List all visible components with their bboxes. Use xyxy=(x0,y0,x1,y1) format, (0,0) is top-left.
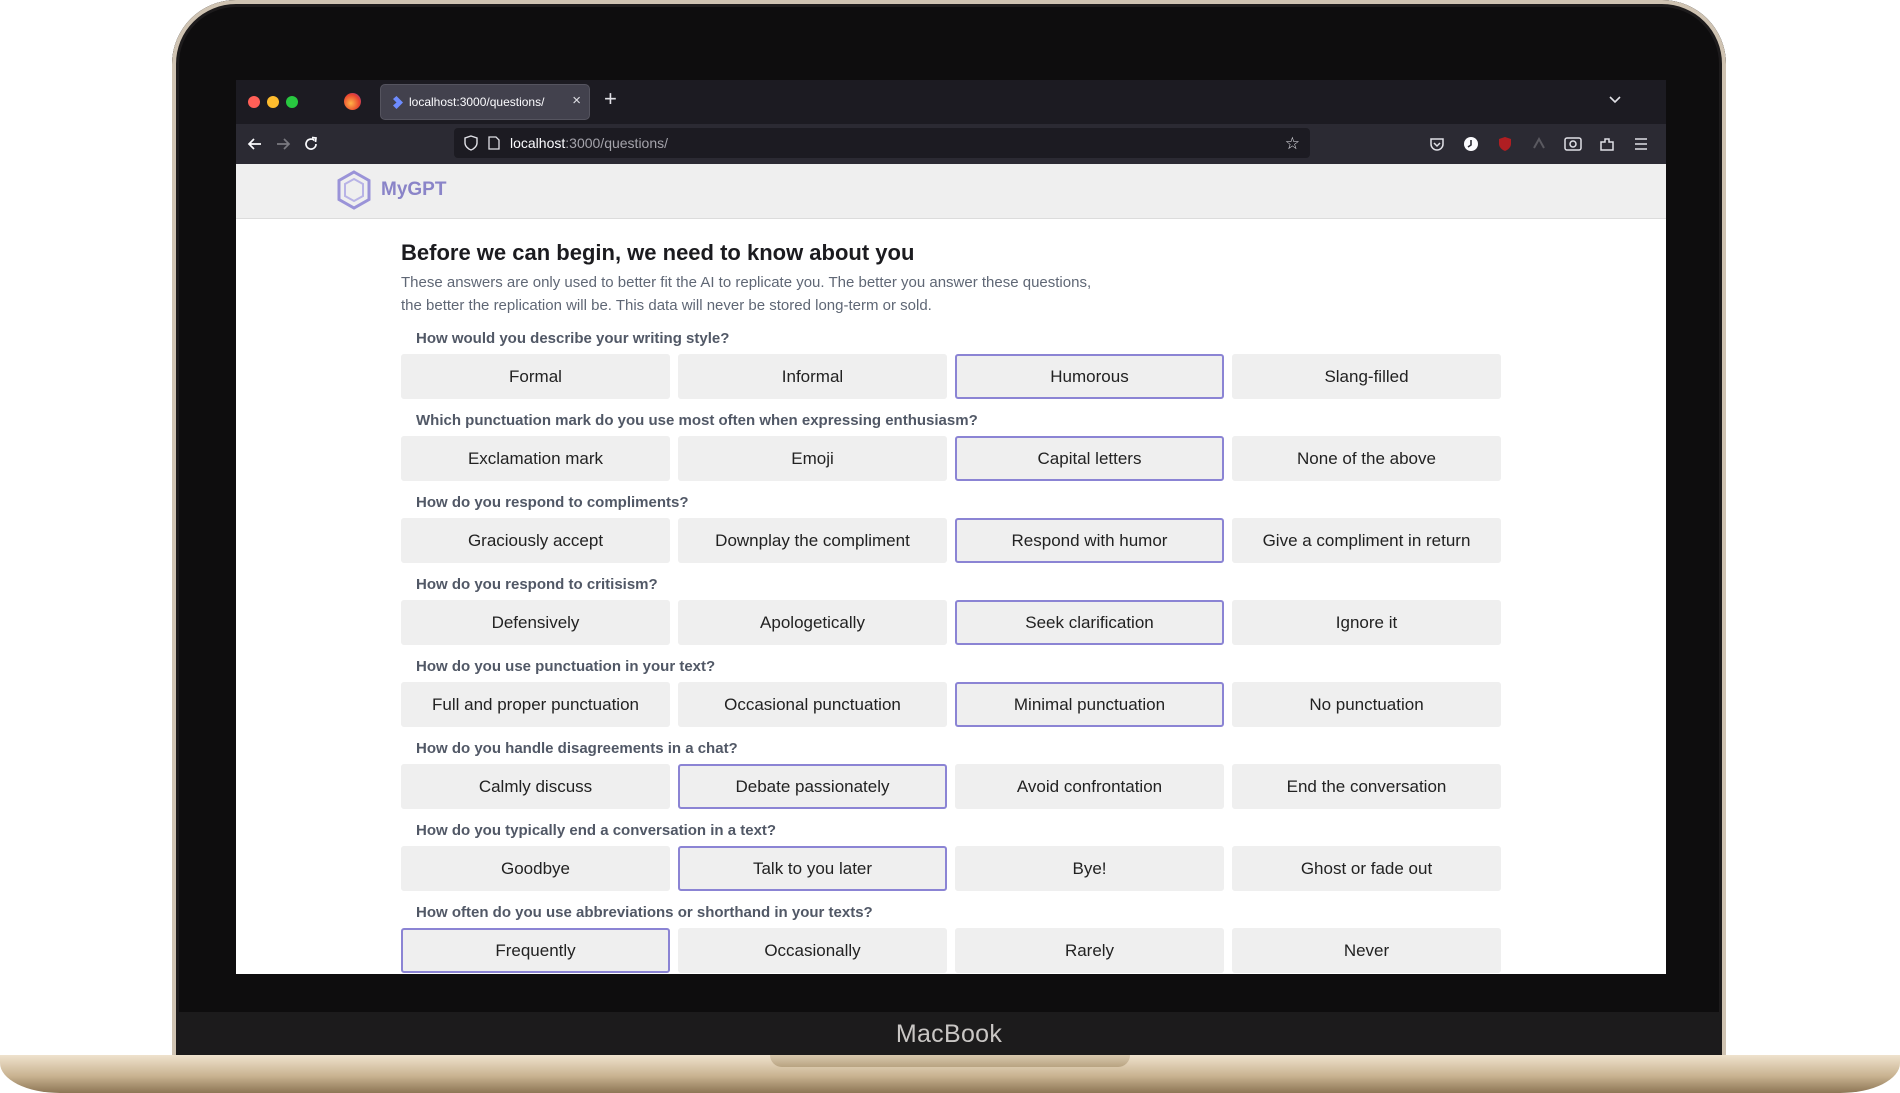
shield-icon[interactable] xyxy=(464,135,478,151)
extensions-puzzle-icon[interactable] xyxy=(1597,134,1617,154)
ublock-icon[interactable] xyxy=(1495,134,1515,154)
url-host: localhost xyxy=(510,135,566,151)
hexagon-logo-icon[interactable] xyxy=(336,170,372,210)
question-label: Which punctuation mark do you use most o… xyxy=(416,412,978,429)
browser-window: localhost:3000/questions/ × + localhost:… xyxy=(236,80,1666,974)
questionnaire: Before we can begin, we need to know abo… xyxy=(401,239,1511,973)
page-viewport: MyGPT Before we can begin, we need to kn… xyxy=(236,164,1666,974)
answer-option-button[interactable]: Humorous xyxy=(955,354,1224,399)
window-zoom-button[interactable] xyxy=(286,96,298,108)
answer-option-button[interactable]: None of the above xyxy=(1232,436,1501,481)
answer-option-button[interactable]: Downplay the compliment xyxy=(678,518,947,563)
answer-option-button[interactable]: Ghost or fade out xyxy=(1232,846,1501,891)
answer-options: Full and proper punctuation Occasional pu… xyxy=(401,682,1511,727)
laptop-notch xyxy=(770,1055,1130,1067)
answer-option-button[interactable]: Apologetically xyxy=(678,600,947,645)
question-label: How would you describe your writing styl… xyxy=(416,330,730,347)
answer-option-button[interactable]: Give a compliment in return xyxy=(1232,518,1501,563)
tab-bar: localhost:3000/questions/ × + xyxy=(236,80,1666,124)
answer-option-button[interactable]: Minimal punctuation xyxy=(955,682,1224,727)
answer-option-button[interactable]: Slang-filled xyxy=(1232,354,1501,399)
account-icon[interactable] xyxy=(1461,134,1481,154)
reload-icon[interactable] xyxy=(302,135,320,153)
question-label: How do you handle disagreements in a cha… xyxy=(416,740,738,757)
extension-icon[interactable] xyxy=(1529,134,1549,154)
answer-option-button[interactable]: Informal xyxy=(678,354,947,399)
answer-options: Calmly discuss Debate passionately Avoid c… xyxy=(401,764,1511,809)
tab-title: localhost:3000/questions/ xyxy=(409,95,545,109)
app-header: MyGPT xyxy=(236,164,1666,219)
answer-option-button[interactable]: Bye! xyxy=(955,846,1224,891)
answer-options: Graciously accept Downplay the compliment… xyxy=(401,518,1511,563)
url-text[interactable]: localhost:3000/questions/ xyxy=(510,135,668,151)
screenshot-icon[interactable] xyxy=(1563,134,1583,154)
question-label: How do you use punctuation in your text? xyxy=(416,658,716,675)
page-title: Before we can begin, we need to know abo… xyxy=(401,240,915,265)
question-list: How would you describe your writing styl… xyxy=(401,329,1511,973)
answer-option-button[interactable]: Frequently xyxy=(401,928,670,973)
answer-option-button[interactable]: Ignore it xyxy=(1232,600,1501,645)
answer-option-button[interactable]: Exclamation mark xyxy=(401,436,670,481)
browser-tab[interactable]: localhost:3000/questions/ × xyxy=(380,84,590,120)
bookmark-star-icon[interactable]: ☆ xyxy=(1285,134,1300,154)
question-label: How do you respond to compliments? xyxy=(416,494,689,511)
answer-option-button[interactable]: No punctuation xyxy=(1232,682,1501,727)
answer-option-button[interactable]: End the conversation xyxy=(1232,764,1501,809)
answer-option-button[interactable]: Defensively xyxy=(401,600,670,645)
answer-option-button[interactable]: Formal xyxy=(401,354,670,399)
pocket-icon[interactable] xyxy=(1427,134,1447,154)
answer-option-button[interactable]: Debate passionately xyxy=(678,764,947,809)
back-arrow-icon[interactable] xyxy=(246,135,264,153)
answer-option-button[interactable]: Graciously accept xyxy=(401,518,670,563)
answer-option-button[interactable]: Never xyxy=(1232,928,1501,973)
answer-option-button[interactable]: Rarely xyxy=(955,928,1224,973)
answer-options: Exclamation mark Emoji Capital letters None… xyxy=(401,436,1511,481)
page-icon[interactable] xyxy=(488,136,500,150)
forward-arrow-icon[interactable] xyxy=(274,135,292,153)
navigation-toolbar: localhost:3000/questions/ ☆ xyxy=(236,124,1666,164)
tab-close-icon[interactable]: × xyxy=(572,92,581,109)
answer-options: Frequently Occasionally Rarely Never xyxy=(401,928,1511,973)
chevron-down-icon[interactable] xyxy=(1608,92,1622,106)
answer-options: Goodbye Talk to you later Bye! Ghost or fad… xyxy=(401,846,1511,891)
window-minimize-button[interactable] xyxy=(267,96,279,108)
question-label: How do you typically end a conversation … xyxy=(416,822,777,839)
answer-option-button[interactable]: Seek clarification xyxy=(955,600,1224,645)
menu-hamburger-icon[interactable] xyxy=(1631,134,1651,154)
url-path: :3000/questions/ xyxy=(565,135,669,151)
answer-option-button[interactable]: Occasionally xyxy=(678,928,947,973)
question-label: How do you respond to critisism? xyxy=(416,576,658,593)
address-bar[interactable]: localhost:3000/questions/ ☆ xyxy=(454,128,1310,158)
answer-option-button[interactable]: Goodbye xyxy=(401,846,670,891)
answer-option-button[interactable]: Calmly discuss xyxy=(401,764,670,809)
answer-option-button[interactable]: Occasional punctuation xyxy=(678,682,947,727)
answer-option-button[interactable]: Emoji xyxy=(678,436,947,481)
answer-option-button[interactable]: Talk to you later xyxy=(678,846,947,891)
answer-option-button[interactable]: Full and proper punctuation xyxy=(401,682,670,727)
answer-option-button[interactable]: Respond with humor xyxy=(955,518,1224,563)
answer-option-button[interactable]: Capital letters xyxy=(955,436,1224,481)
brand-name[interactable]: MyGPT xyxy=(381,179,446,201)
answer-options: Formal Informal Humorous Slang-filled xyxy=(401,354,1511,399)
answer-option-button[interactable]: Avoid confrontation xyxy=(955,764,1224,809)
favicon-icon xyxy=(393,96,403,109)
device-label: MacBook xyxy=(895,1020,1003,1048)
firefox-view-icon[interactable] xyxy=(344,93,361,110)
question-label: How often do you use abbreviations or sh… xyxy=(416,904,873,921)
page-intro: These answers are only used to better fi… xyxy=(401,274,1092,314)
answer-options: Defensively Apologetically Seek clarificat… xyxy=(401,600,1511,645)
window-close-button[interactable] xyxy=(248,96,260,108)
new-tab-button[interactable]: + xyxy=(604,86,617,112)
